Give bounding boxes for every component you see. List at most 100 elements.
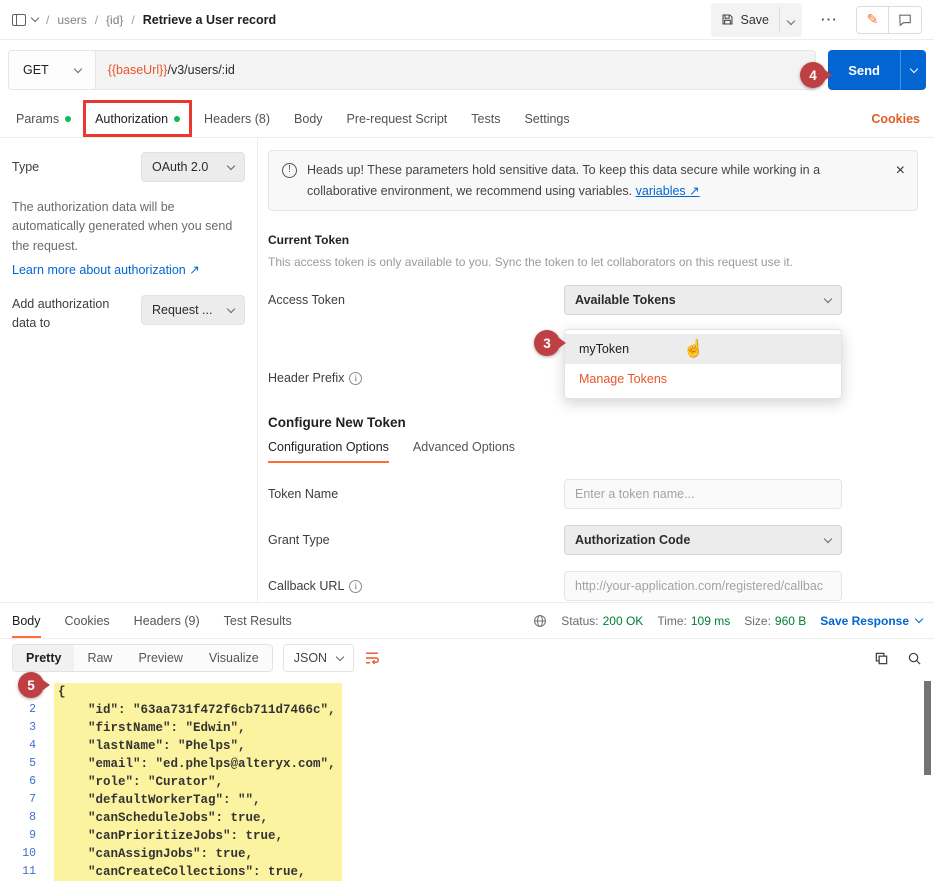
size-badge: Size: 960 B bbox=[744, 614, 806, 628]
view-pretty-button[interactable]: Pretty bbox=[13, 645, 74, 671]
copy-button[interactable] bbox=[874, 651, 889, 666]
view-raw-button[interactable]: Raw bbox=[74, 645, 125, 671]
search-icon bbox=[907, 651, 922, 666]
comments-button[interactable] bbox=[889, 7, 921, 33]
token-name-input[interactable] bbox=[564, 479, 842, 509]
view-visualize-button[interactable]: Visualize bbox=[196, 645, 272, 671]
chevron-down-icon bbox=[909, 64, 917, 72]
send-options-button[interactable] bbox=[900, 50, 926, 90]
add-auth-data-value: Request ... bbox=[152, 303, 212, 317]
params-active-dot bbox=[65, 116, 71, 122]
search-button[interactable] bbox=[907, 651, 922, 666]
url-input[interactable]: {{baseUrl}}/v3/users/:id bbox=[95, 50, 817, 90]
save-response-label: Save Response bbox=[820, 614, 909, 628]
authorization-editor: Type OAuth 2.0 The authorization data wi… bbox=[0, 138, 934, 602]
grant-type-label: Grant Type bbox=[268, 533, 564, 547]
tab-advanced-options[interactable]: Advanced Options bbox=[413, 440, 515, 463]
code-text: "canAssignJobs": true, bbox=[54, 845, 342, 863]
response-body: 1{ 2 "id": "63aa731f472f6cb711d7466c", 3… bbox=[0, 677, 934, 891]
response-tab-cookies[interactable]: Cookies bbox=[65, 603, 110, 638]
method-select[interactable]: GET bbox=[8, 50, 95, 90]
request-bar: GET {{baseUrl}}/v3/users/:id Send bbox=[0, 40, 934, 100]
method-value: GET bbox=[23, 63, 49, 77]
access-token-select[interactable]: Available Tokens bbox=[564, 285, 842, 315]
scrollbar[interactable] bbox=[924, 681, 931, 887]
warning-icon bbox=[282, 163, 297, 178]
mytoken-label: myToken bbox=[579, 342, 629, 356]
learn-more-link[interactable]: Learn more about authorization ↗ bbox=[12, 262, 245, 277]
cookies-link[interactable]: Cookies bbox=[871, 112, 930, 126]
tab-tests[interactable]: Tests bbox=[459, 100, 512, 137]
breadcrumb-separator: / bbox=[44, 13, 51, 27]
send-button-group: Send bbox=[828, 50, 926, 90]
save-response-button[interactable]: Save Response bbox=[820, 614, 922, 628]
format-select[interactable]: JSON bbox=[283, 644, 354, 672]
chevron-down-icon bbox=[336, 652, 344, 660]
close-icon[interactable]: × bbox=[896, 158, 905, 184]
response-tab-headers[interactable]: Headers (9) bbox=[134, 603, 200, 638]
view-preview-button[interactable]: Preview bbox=[125, 645, 195, 671]
tab-params[interactable]: Params bbox=[4, 100, 83, 137]
tab-prerequest-script[interactable]: Pre-request Script bbox=[335, 100, 460, 137]
chevron-down-icon[interactable] bbox=[31, 14, 39, 22]
code-line: 9 "canPrioritizeJobs": true, bbox=[0, 827, 934, 845]
globe-icon[interactable] bbox=[533, 614, 547, 628]
type-label: Type bbox=[12, 160, 39, 174]
header-prefix-text: Header Prefix bbox=[268, 371, 344, 385]
breadcrumb-item-users[interactable]: users bbox=[57, 13, 86, 27]
oauth2-panel: Heads up! These parameters hold sensitiv… bbox=[258, 138, 934, 602]
tab-authorization[interactable]: Authorization bbox=[83, 100, 192, 137]
chevron-down-icon bbox=[824, 295, 832, 303]
configure-token-heading: Configure New Token bbox=[268, 415, 918, 430]
response-tab-body[interactable]: Body bbox=[12, 603, 41, 638]
request-title[interactable]: Retrieve a User record bbox=[143, 13, 276, 27]
response-meta: Status: 200 OK Time: 109 ms Size: 960 B … bbox=[533, 614, 922, 628]
tab-headers[interactable]: Headers (8) bbox=[192, 100, 282, 137]
chevron-down-icon bbox=[787, 16, 795, 24]
menu-item-mytoken[interactable]: myToken ☝ bbox=[565, 334, 841, 364]
response-panel: Body Cookies Headers (9) Test Results St… bbox=[0, 602, 934, 891]
breadcrumb-item-id[interactable]: {id} bbox=[106, 13, 123, 27]
auth-type-select[interactable]: OAuth 2.0 bbox=[141, 152, 245, 182]
response-tab-test-results[interactable]: Test Results bbox=[224, 603, 292, 638]
side-icon-group: ✎ bbox=[856, 6, 922, 34]
token-name-label: Token Name bbox=[268, 487, 564, 501]
breadcrumb-separator: / bbox=[129, 13, 136, 27]
line-number: 2 bbox=[0, 701, 44, 719]
save-button[interactable]: Save bbox=[711, 7, 781, 33]
callback-url-row: Callback URL bbox=[268, 571, 918, 601]
tab-configuration-options[interactable]: Configuration Options bbox=[268, 440, 389, 463]
grant-type-value: Authorization Code bbox=[575, 533, 690, 547]
menu-item-manage-tokens[interactable]: Manage Tokens bbox=[565, 364, 841, 394]
variables-link[interactable]: variables ↗ bbox=[636, 184, 700, 198]
send-button[interactable]: Send bbox=[828, 50, 900, 90]
code-line: 5 "email": "ed.phelps@alteryx.com", bbox=[0, 755, 934, 773]
scrollbar-thumb[interactable] bbox=[924, 681, 931, 775]
code-text: { bbox=[54, 683, 342, 701]
edit-description-button[interactable]: ✎ bbox=[857, 7, 889, 33]
save-icon bbox=[721, 13, 734, 26]
cursor-icon: ☝ bbox=[683, 339, 704, 359]
status-label: Status: bbox=[561, 614, 598, 628]
tab-settings[interactable]: Settings bbox=[512, 100, 581, 137]
more-actions-button[interactable]: ⋯ bbox=[814, 10, 844, 30]
save-options-button[interactable] bbox=[780, 3, 802, 37]
save-button-group: Save bbox=[711, 3, 803, 37]
line-number: 11 bbox=[0, 863, 44, 881]
code-text: "canScheduleJobs": true, bbox=[54, 809, 342, 827]
add-auth-data-select[interactable]: Request ... bbox=[141, 295, 245, 325]
code-text: "lastName": "Phelps", bbox=[54, 737, 342, 755]
tab-body[interactable]: Body bbox=[282, 100, 335, 137]
grant-type-select[interactable]: Authorization Code bbox=[564, 525, 842, 555]
access-token-label: Access Token bbox=[268, 293, 564, 307]
annotation-step-3: 3 bbox=[534, 330, 560, 356]
callback-url-input[interactable] bbox=[564, 571, 842, 601]
access-token-row: Access Token Available Tokens myToken ☝ … bbox=[268, 285, 918, 315]
code-text: "defaultWorkerTag": "", bbox=[54, 791, 342, 809]
postman-window: / users / {id} / Retrieve a User record … bbox=[0, 0, 934, 891]
pane-icon[interactable] bbox=[12, 14, 26, 26]
wrap-text-button[interactable] bbox=[364, 650, 380, 666]
add-auth-data-label: Add authorization data to bbox=[12, 295, 116, 333]
code-line: 3 "firstName": "Edwin", bbox=[0, 719, 934, 737]
response-toolbar: Pretty Raw Preview Visualize JSON bbox=[0, 639, 934, 677]
